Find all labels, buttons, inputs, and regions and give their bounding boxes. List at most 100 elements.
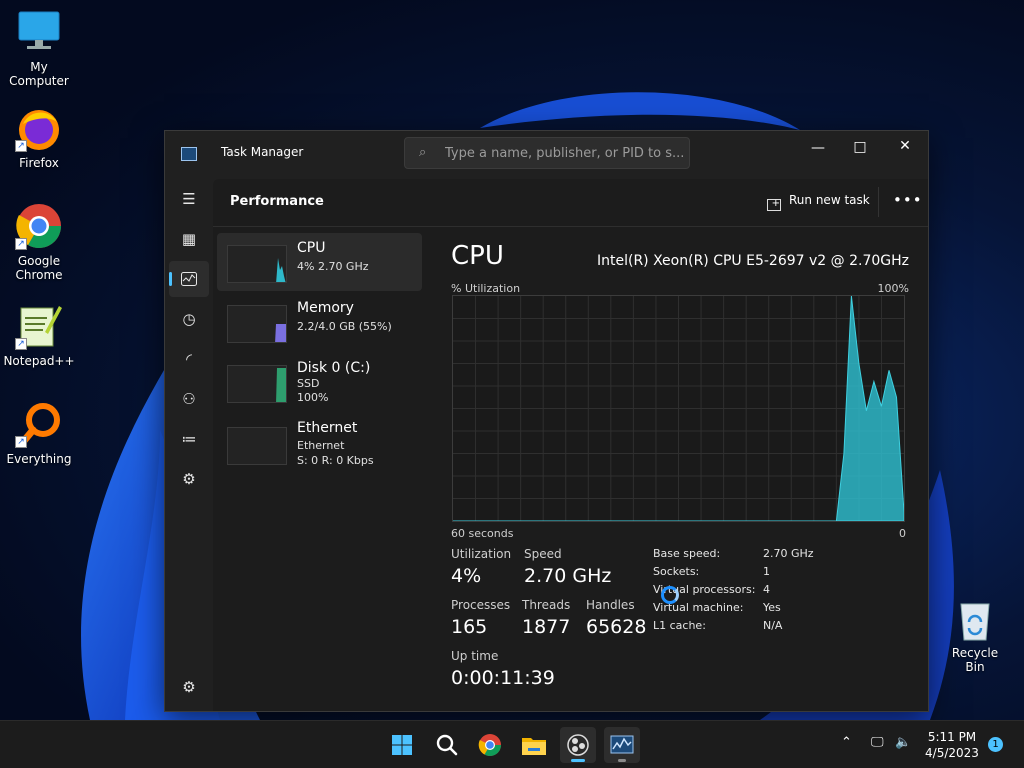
- spec-value: 4: [763, 583, 770, 596]
- utilization-max-label: 100%: [877, 282, 909, 295]
- spec-value: Yes: [763, 601, 781, 614]
- device-list: CPU 4% 2.70 GHz Memory 2.2/4.0 GB (55%) …: [217, 233, 422, 479]
- cpu-model: Intel(R) Xeon(R) CPU E5-2697 v2 @ 2.70GH…: [597, 253, 909, 269]
- memory-mini-graph: [227, 305, 287, 343]
- shortcut-arrow-icon: ↗: [15, 238, 27, 250]
- device-detail: 4% 2.70 GHz: [297, 260, 369, 273]
- run-task-icon: +: [767, 199, 781, 211]
- notification-badge[interactable]: 1: [988, 737, 1003, 752]
- maximize-button[interactable]: □: [837, 132, 883, 162]
- chrome-icon: [478, 734, 501, 756]
- obs-icon: [567, 734, 589, 756]
- stat-threads: Threads 1877: [522, 598, 570, 638]
- time-axis-right: 0: [899, 527, 906, 540]
- stat-utilization: Utilization 4%: [451, 547, 511, 587]
- processes-icon[interactable]: ▦: [169, 221, 209, 257]
- stat-label: Speed: [524, 547, 562, 561]
- stat-label: Threads: [522, 598, 571, 612]
- device-ethernet[interactable]: Ethernet Ethernet S: 0 R: 0 Kbps: [217, 413, 422, 477]
- users-icon[interactable]: ⚇: [169, 381, 209, 417]
- start-button[interactable]: [384, 727, 420, 763]
- stat-label: Processes: [451, 598, 511, 612]
- volume-icon[interactable]: 🔈: [895, 735, 911, 750]
- page-title: Performance: [230, 194, 324, 209]
- details-icon[interactable]: ≔: [169, 421, 209, 457]
- spec-value: 1: [763, 565, 770, 578]
- desktop-icon-everything[interactable]: ↗ Everything: [1, 400, 77, 466]
- search-input[interactable]: [445, 143, 683, 163]
- title-bar[interactable]: Task Manager ⌕ — □ ✕: [165, 131, 928, 179]
- search-button[interactable]: [429, 727, 465, 763]
- settings-icon[interactable]: ⚙: [169, 669, 209, 705]
- desktop-icon-chrome[interactable]: ↗ Google Chrome: [1, 202, 77, 282]
- obs-button[interactable]: [560, 727, 596, 763]
- stat-label: Handles: [586, 598, 635, 612]
- cpu-mini-graph: [227, 245, 287, 283]
- file-explorer-button[interactable]: [516, 727, 552, 763]
- ethernet-mini-graph: [227, 427, 287, 465]
- desktop-icon-label: My Computer: [9, 60, 69, 88]
- page-header: Performance + Run new task •••: [213, 179, 928, 227]
- shortcut-arrow-icon: ↗: [15, 436, 27, 448]
- chrome-icon: ↗: [15, 202, 63, 250]
- clock-date: 4/5/2023: [925, 746, 979, 760]
- more-options-button[interactable]: •••: [893, 191, 923, 209]
- chevron-up-icon[interactable]: ⌃: [841, 735, 852, 750]
- desktop-icon-recycle-bin[interactable]: Recycle Bin: [942, 598, 1008, 674]
- network-icon[interactable]: 🖵: [871, 735, 884, 750]
- file-explorer-icon: [522, 738, 546, 755]
- nav-rail: ☰ ▦ ◷ ◜ ⚇ ≔ ⚙ ⚙: [165, 179, 213, 711]
- desktop-icon-notepadpp[interactable]: ↗ Notepad++: [1, 302, 77, 368]
- stat-value: 165: [451, 616, 488, 638]
- desktop-icon-firefox[interactable]: ↗ Firefox: [1, 104, 77, 170]
- chrome-taskbar-button[interactable]: [472, 727, 508, 763]
- stat-value: 4%: [451, 565, 482, 587]
- desktop-icon-label: Everything: [6, 452, 72, 466]
- device-disk[interactable]: Disk 0 (C:) SSD 100%: [217, 353, 422, 411]
- cpu-graph-svg: [453, 296, 904, 521]
- spec-label: Sockets:: [653, 565, 700, 578]
- stat-uptime: Up time 0:00:11:39: [451, 649, 555, 689]
- desktop-icon-label: Firefox: [19, 156, 59, 170]
- monitor-icon: [15, 8, 63, 56]
- clock[interactable]: 5:11 PM 4/5/2023: [920, 729, 984, 761]
- device-detail: SSD: [297, 377, 320, 390]
- search-icon: [436, 734, 458, 756]
- minimize-button[interactable]: —: [795, 133, 841, 163]
- device-throughput: S: 0 R: 0 Kbps: [297, 454, 374, 467]
- device-cpu[interactable]: CPU 4% 2.70 GHz: [217, 233, 422, 291]
- cpu-utilization-graph: [452, 295, 905, 522]
- window-title: Task Manager: [221, 145, 304, 159]
- stat-value: 65628: [586, 616, 647, 638]
- close-button[interactable]: ✕: [882, 131, 928, 161]
- stat-processes: Processes 165: [451, 598, 510, 638]
- task-manager-icon: [610, 735, 634, 754]
- divider: [878, 187, 879, 217]
- stat-value: 2.70 GHz: [524, 565, 612, 587]
- running-indicator: [571, 759, 585, 762]
- device-memory[interactable]: Memory 2.2/4.0 GB (55%): [217, 293, 422, 351]
- stat-handles: Handles 65628: [586, 598, 646, 638]
- desktop-icon-my-computer[interactable]: My Computer: [1, 8, 77, 88]
- search-box[interactable]: ⌕: [404, 137, 690, 169]
- cpu-title: CPU: [451, 241, 504, 271]
- firefox-icon: ↗: [15, 104, 63, 152]
- search-icon: ⌕: [419, 145, 427, 160]
- start-icon: [392, 735, 412, 755]
- shortcut-arrow-icon: ↗: [15, 140, 27, 152]
- performance-page: Performance + Run new task ••• CPU 4% 2.7…: [213, 179, 928, 711]
- performance-icon[interactable]: [169, 261, 209, 297]
- menu-icon[interactable]: ☰: [169, 181, 209, 217]
- recycle-bin-icon: [955, 598, 995, 642]
- stat-value: 0:00:11:39: [451, 667, 555, 689]
- task-manager-taskbar-button[interactable]: [604, 727, 640, 763]
- services-icon[interactable]: ⚙: [169, 461, 209, 497]
- startup-apps-icon[interactable]: ◜: [169, 341, 209, 377]
- app-history-icon[interactable]: ◷: [169, 301, 209, 337]
- run-new-task-button[interactable]: + Run new task: [767, 193, 870, 211]
- disk-mini-graph: [227, 365, 287, 403]
- notepadpp-icon: ↗: [15, 302, 63, 350]
- device-name: CPU: [297, 240, 326, 256]
- task-manager-window: Task Manager ⌕ — □ ✕ ☰ ▦ ◷ ◜ ⚇ ≔ ⚙ ⚙ Per…: [164, 130, 929, 712]
- stat-speed: Speed 2.70 GHz: [524, 547, 611, 587]
